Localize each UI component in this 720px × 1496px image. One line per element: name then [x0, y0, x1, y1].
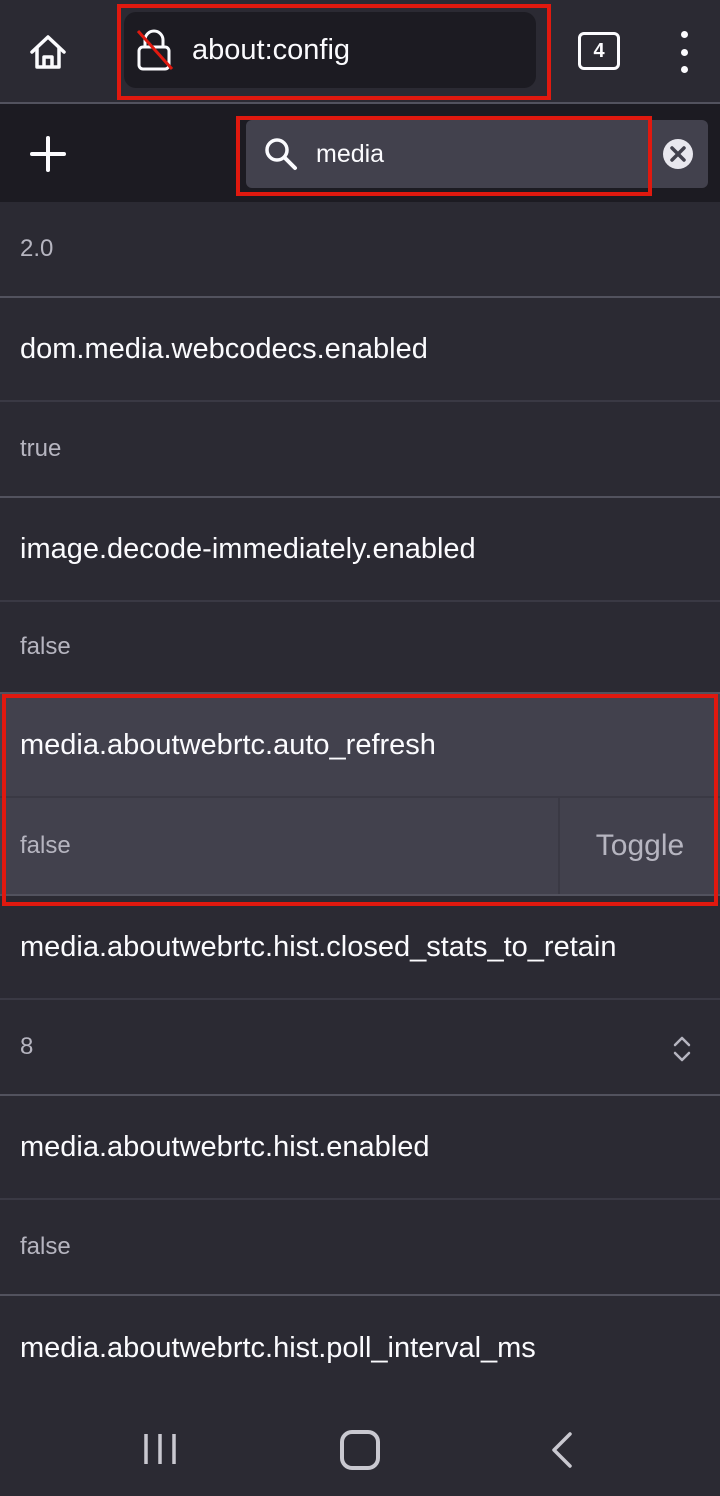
- system-navigation-bar: [0, 1400, 720, 1496]
- tab-counter-button[interactable]: 4: [578, 32, 620, 70]
- menu-button[interactable]: [668, 28, 700, 76]
- pref-value-row[interactable]: false: [0, 602, 720, 694]
- clear-icon: [663, 139, 693, 169]
- pref-name-row[interactable]: media.aboutwebrtc.hist.poll_interval_ms: [0, 1296, 720, 1400]
- pref-value-row[interactable]: false: [0, 1200, 720, 1296]
- recents-icon[interactable]: [142, 1432, 178, 1466]
- pref-value: false: [20, 1233, 71, 1260]
- pref-name: dom.media.webcodecs.enabled: [20, 332, 428, 365]
- pref-name-row[interactable]: image.decode-immediately.enabled: [0, 498, 720, 602]
- pref-value-row[interactable]: true: [0, 402, 720, 498]
- pref-value-row[interactable]: 8: [0, 1000, 720, 1096]
- home-nav-icon[interactable]: [340, 1430, 380, 1470]
- pref-name-row[interactable]: dom.media.webcodecs.enabled: [0, 298, 720, 402]
- menu-dot-icon: [680, 48, 688, 56]
- url-highlight-box: [117, 4, 551, 100]
- home-button[interactable]: [20, 24, 76, 80]
- pref-value: false: [20, 633, 71, 660]
- pref-name: media.aboutwebrtc.hist.closed_stats_to_r…: [20, 930, 617, 963]
- add-preference-button[interactable]: [22, 128, 74, 180]
- pref-name: media.aboutwebrtc.hist.enabled: [20, 1130, 430, 1163]
- pref-value: true: [20, 435, 62, 462]
- pref-value: 2.0: [20, 235, 54, 262]
- menu-dot-icon: [680, 31, 688, 38]
- pref-value-row[interactable]: 2.0: [0, 202, 720, 298]
- tab-count: 4: [593, 39, 605, 62]
- pref-name: image.decode-immediately.enabled: [20, 532, 476, 565]
- search-highlight-box: [236, 116, 652, 196]
- selected-pref-highlight-box: [2, 694, 718, 906]
- menu-dot-icon: [680, 66, 688, 73]
- back-icon[interactable]: [548, 1430, 576, 1470]
- pref-value: 8: [20, 1033, 34, 1060]
- pref-name: media.aboutwebrtc.hist.poll_interval_ms: [20, 1331, 536, 1364]
- number-stepper-icon[interactable]: [670, 1034, 694, 1064]
- clear-search-button[interactable]: [648, 120, 708, 188]
- pref-name-row[interactable]: media.aboutwebrtc.hist.closed_stats_to_r…: [0, 896, 720, 1000]
- home-icon: [30, 35, 66, 69]
- pref-name-row[interactable]: media.aboutwebrtc.hist.enabled: [0, 1096, 720, 1200]
